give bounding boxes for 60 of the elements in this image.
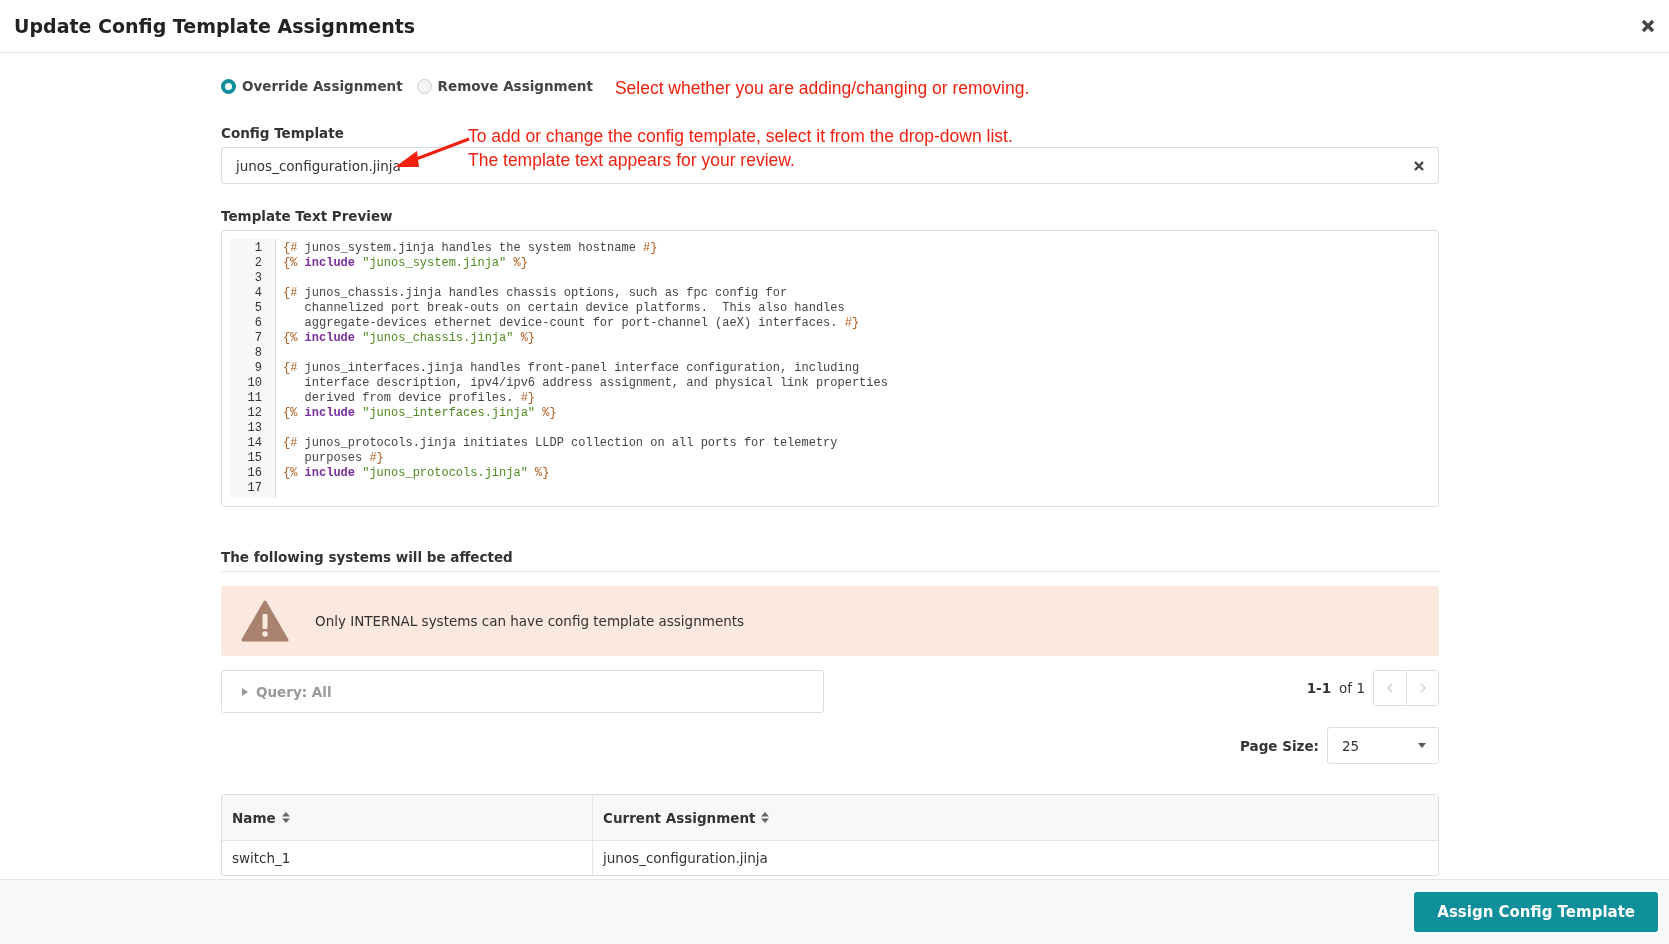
line-number: 17 xyxy=(246,481,263,496)
clear-icon[interactable] xyxy=(1414,160,1424,171)
line-number: 1 xyxy=(253,241,263,256)
code-line: {# junos_interfaces.jinja handles front-panel interface configuration, including xyxy=(283,361,861,376)
line-number: 6 xyxy=(253,316,263,331)
annotation-text: To add or change the config template, select it from the drop-down list. xyxy=(468,125,1013,148)
line-number: 3 xyxy=(253,271,263,286)
radio-option[interactable]: Override Assignment xyxy=(221,78,403,94)
code-line: derived from device profiles. #} xyxy=(303,391,537,406)
page-size-label: Page Size: xyxy=(1240,737,1319,754)
assign-button[interactable]: Assign Config Template xyxy=(1414,892,1658,932)
chevron-left-icon xyxy=(1387,682,1393,693)
code-line: {# junos_chassis.jinja handles chassis options, such as fpc config for xyxy=(283,286,789,301)
field-label: Config Template xyxy=(221,125,344,143)
window-title: Update Config Template Assignments xyxy=(14,15,416,37)
close-icon[interactable] xyxy=(1641,19,1655,33)
line-number: 12 xyxy=(246,406,263,421)
line-number: 7 xyxy=(253,331,263,346)
page-range: 1-1 xyxy=(1306,679,1332,696)
sort-icon[interactable] xyxy=(761,812,770,823)
table-cell-text: switch_1 xyxy=(231,849,292,868)
line-number: 2 xyxy=(253,256,263,271)
line-number: 10 xyxy=(246,376,263,391)
code-line: {# junos_protocols.jinja initiates LLDP collection on all ports for telemetry xyxy=(283,436,839,451)
line-number: 8 xyxy=(253,346,263,361)
page-size-select[interactable]: 25 xyxy=(1327,727,1439,764)
column-header[interactable]: Name xyxy=(222,795,592,841)
radio-option[interactable]: Remove Assignment xyxy=(416,78,593,94)
chevron-right-icon xyxy=(1419,682,1426,693)
code-line: {% include "junos_protocols.jinja" %} xyxy=(283,466,551,481)
column-header[interactable]: Current Assignment xyxy=(592,795,1438,841)
radio-icon[interactable] xyxy=(416,78,432,94)
table-cell: junos_configuration.jinja xyxy=(592,841,1438,875)
line-number: 5 xyxy=(253,301,263,316)
radio-icon[interactable] xyxy=(221,78,236,94)
annotation-text: The template text appears for your review. xyxy=(468,149,796,172)
warning-text: Only INTERNAL systems can have config template assignments xyxy=(315,613,745,629)
line-number: 15 xyxy=(246,451,263,466)
section-heading: The following systems will be affected xyxy=(221,549,1439,572)
code-line: {% include "junos_system.jinja" %} xyxy=(283,256,529,271)
warning-icon xyxy=(241,600,289,642)
sort-icon[interactable] xyxy=(281,812,290,823)
line-number: 14 xyxy=(246,436,263,451)
annotation-text: Select whether you are adding/changing or removing. xyxy=(614,77,1030,100)
page-total: of 1 xyxy=(1339,679,1365,696)
caret-icon xyxy=(1418,743,1426,748)
caret-icon xyxy=(242,687,248,696)
code-line: purposes #} xyxy=(303,451,385,466)
code-line: {% include "junos_chassis.jinja" %} xyxy=(283,331,537,346)
code-line: channelized port break-outs on certain device platforms. This also handles xyxy=(303,301,846,316)
section-label: Template Text Preview xyxy=(221,208,393,226)
line-number: 16 xyxy=(246,466,263,481)
code-line: interface description, ipv4/ipv6 address assignment, and physical link properties xyxy=(303,376,888,391)
line-number: 11 xyxy=(246,391,263,406)
code-line: aggregate-devices ethernet device-count for port-channel (aeX) interfaces. #} xyxy=(303,316,861,331)
line-number: 9 xyxy=(253,361,263,376)
code-line: {% include "junos_interfaces.jinja" %} xyxy=(283,406,558,421)
line-number: 13 xyxy=(246,421,263,436)
line-number: 4 xyxy=(253,286,263,301)
code-line: {# junos_system.jinja handles the system hostname #} xyxy=(283,241,659,256)
